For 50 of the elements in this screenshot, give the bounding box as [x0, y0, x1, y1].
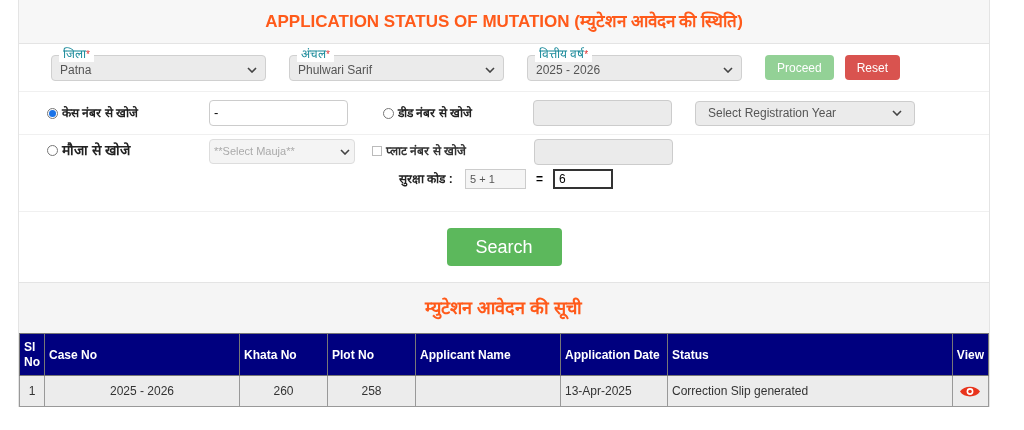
table-cell: 258	[327, 375, 416, 407]
equals-sign: =	[536, 171, 543, 188]
plot-number-field[interactable]	[534, 139, 673, 165]
dropdown-placeholder: **Select Mauja**	[214, 144, 295, 160]
captcha-question: 5 + 1	[465, 169, 526, 189]
option-label: मौजा से खोजे	[62, 141, 130, 160]
column-header: Khata No	[239, 333, 328, 376]
page-title: APPLICATION STATUS OF MUTATION (म्युटेशन आवेदन की स्थिति)	[265, 10, 743, 34]
dropdown-value: Patna	[60, 61, 92, 79]
dropdown-value: Phulwari Sarif	[298, 61, 373, 79]
column-header: Status	[667, 333, 953, 376]
dropdown-value: 2025 - 2026	[536, 61, 601, 79]
deed-number-field[interactable]	[533, 100, 672, 126]
field-label: वित्तीय वर्ष	[539, 46, 585, 61]
radio-button[interactable]	[47, 107, 58, 119]
column-header: Applicant Name	[415, 333, 561, 376]
table-cell: Correction Slip generated	[667, 375, 953, 407]
column-header: Application Date	[560, 333, 668, 376]
field-label: जिला	[63, 46, 86, 61]
required-mark: *	[584, 48, 589, 60]
table-cell: 1	[19, 375, 45, 407]
column-header: Plot No	[327, 333, 416, 376]
table-cell: 260	[239, 375, 328, 407]
registration-year-dropdown[interactable]: Select Registration Year	[695, 100, 915, 126]
case-number-field[interactable]: -	[209, 100, 348, 126]
column-header: View	[952, 333, 989, 376]
view-eye-icon[interactable]	[959, 385, 982, 399]
table-cell: 13-Apr-2025	[560, 375, 668, 407]
option-label: केस नंबर से खोजे	[62, 105, 138, 122]
chevron-down-icon	[723, 66, 733, 73]
chevron-down-icon	[485, 66, 495, 73]
column-header: Sl No	[19, 333, 45, 376]
chevron-down-icon	[247, 66, 257, 73]
radio-button[interactable]	[383, 107, 394, 119]
field-label: अंचल	[301, 46, 326, 61]
option-label: प्लाट नंबर से खोजे	[386, 143, 466, 160]
checkbox[interactable]	[372, 146, 382, 156]
dropdown-placeholder: Select Registration Year	[708, 105, 837, 122]
required-mark: *	[86, 48, 90, 60]
option-label: डीड नंबर से खोजे	[398, 105, 472, 122]
required-mark: *	[326, 48, 330, 60]
captcha-label: सुरक्षा कोड :	[399, 171, 454, 188]
column-header: Case No	[44, 333, 240, 376]
chevron-down-icon	[892, 110, 902, 116]
reset-button[interactable]: Reset	[844, 55, 901, 80]
table-cell: 2025 - 2026	[44, 375, 240, 407]
chevron-down-icon	[340, 148, 350, 155]
radio-button[interactable]	[47, 145, 58, 156]
captcha-answer-field[interactable]: 6	[553, 169, 613, 189]
list-title: म्युटेशन आवेदन की सूची	[425, 296, 583, 322]
